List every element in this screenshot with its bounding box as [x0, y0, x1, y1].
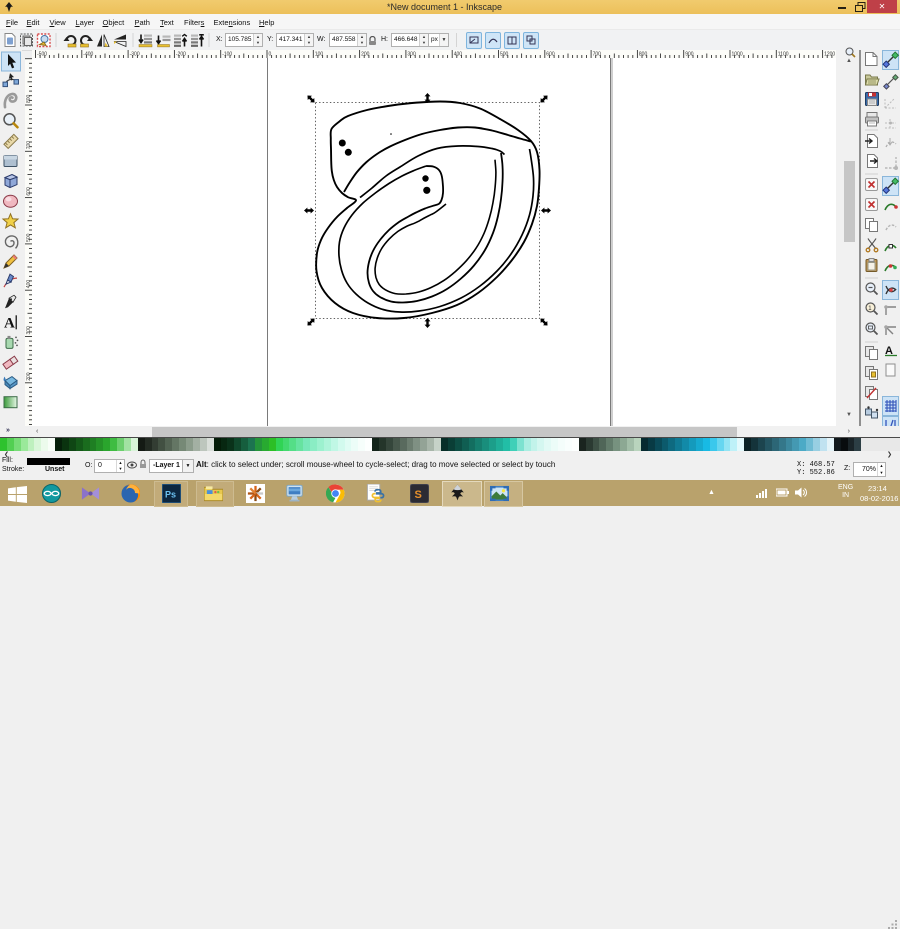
svg-text:200: 200: [361, 52, 370, 58]
svg-text:0: 0: [269, 52, 272, 58]
svg-text:300: 300: [407, 52, 416, 58]
svg-text:-500: -500: [37, 52, 47, 58]
svg-text:-100: -100: [222, 52, 232, 58]
svg-text:500: 500: [500, 52, 509, 58]
svg-text:Ps: Ps: [165, 490, 176, 500]
svg-text:100: 100: [315, 52, 324, 58]
svg-text:-300: -300: [130, 52, 140, 58]
svg-text:-200: -200: [176, 52, 186, 58]
svg-text:A: A: [4, 315, 15, 331]
svg-text:1200: 1200: [824, 52, 835, 58]
svg-text:800: 800: [639, 52, 648, 58]
svg-text:700: 700: [593, 52, 602, 58]
svg-text:600: 600: [546, 52, 555, 58]
svg-text:400: 400: [454, 52, 463, 58]
svg-text:1000: 1000: [732, 52, 743, 58]
svg-text:S: S: [415, 489, 422, 501]
svg-text:»: »: [6, 427, 10, 434]
svg-text:1100: 1100: [778, 52, 789, 58]
svg-text:-400: -400: [83, 52, 93, 58]
svg-text:900: 900: [685, 52, 694, 58]
